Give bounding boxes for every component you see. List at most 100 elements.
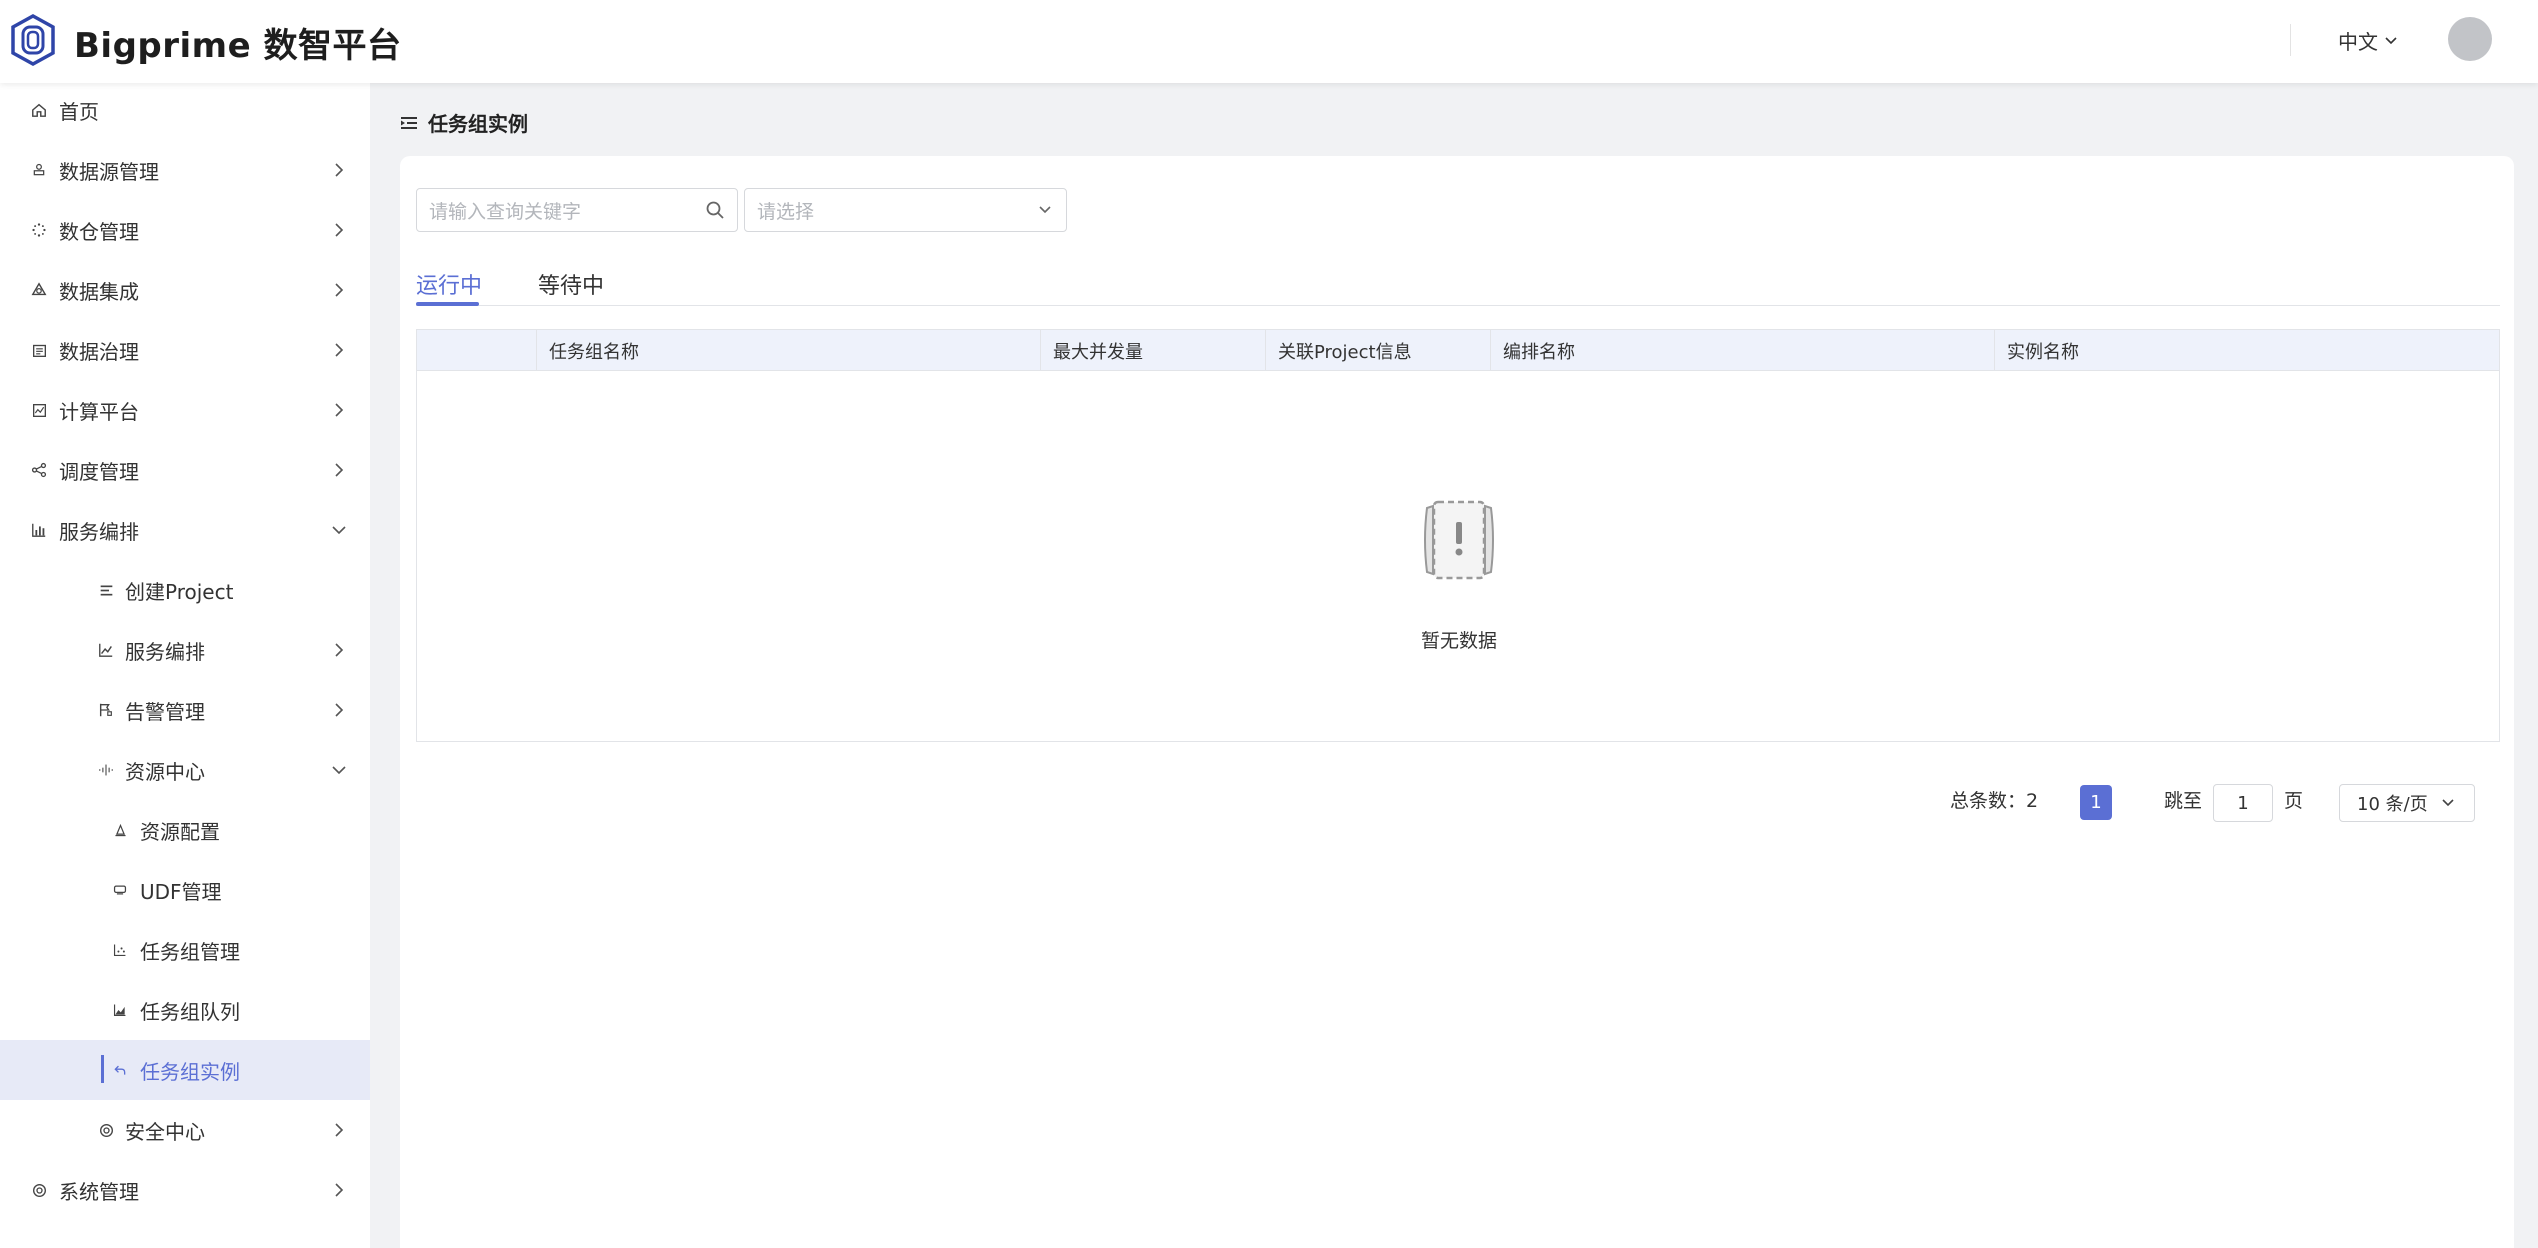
total-count: 总条数：2 — [1950, 789, 2039, 812]
filter-select[interactable]: 请选择 — [744, 188, 1067, 232]
header-divider — [2290, 24, 2291, 56]
sidebar-item-label: 服务编排 — [59, 519, 139, 544]
udf-icon — [111, 881, 129, 899]
breadcrumb: 任务组实例 — [400, 108, 528, 137]
sidebar-item-18[interactable]: 系统管理 — [0, 1160, 370, 1220]
chevron-down-icon — [328, 759, 350, 781]
jump-page-input[interactable]: 1 — [2213, 784, 2273, 822]
area-chart-icon — [111, 1001, 129, 1019]
brand-title: Bigprime 数智平台 — [74, 26, 402, 66]
chevron-right-icon — [328, 279, 350, 301]
user-avatar[interactable] — [2448, 17, 2492, 61]
main-card: 请输入查询关键字 请选择 运行中 等待中 任务组名称 最大并发量 关联Proje… — [400, 156, 2514, 1248]
sidebar-item-label: 数据源管理 — [59, 159, 159, 184]
sidebar-item-16[interactable]: 任务组实例 — [0, 1040, 370, 1100]
page-button-current[interactable]: 1 — [2080, 785, 2112, 820]
sidebar-item-label: 调度管理 — [59, 459, 139, 484]
sidebar-item-label: 告警管理 — [125, 699, 205, 724]
sidebar-item-0[interactable]: 首页 — [0, 80, 370, 140]
sidebar-item-label: 任务组管理 — [140, 939, 240, 964]
resource-icon — [97, 761, 115, 779]
column-header-max-concurrency: 最大并发量 — [1040, 330, 1265, 371]
tab-running[interactable]: 运行中 — [416, 268, 482, 300]
column-header-orchestration-name: 编排名称 — [1490, 330, 1994, 371]
sidebar-item-label: 计算平台 — [59, 399, 139, 424]
integration-icon — [30, 281, 48, 299]
settings-icon — [30, 1181, 48, 1199]
sidebar-item-3[interactable]: 数据集成 — [0, 260, 370, 320]
chevron-right-icon — [328, 159, 350, 181]
active-indicator — [101, 1055, 104, 1083]
jump-label: 跳至 — [2164, 789, 2203, 812]
chevron-right-icon — [328, 339, 350, 361]
list-icon — [97, 581, 115, 599]
chevron-down-icon — [1039, 206, 1051, 214]
page-unit-label: 页 — [2284, 789, 2304, 812]
language-switcher[interactable]: 中文 — [2338, 26, 2398, 55]
scatter-icon — [111, 941, 129, 959]
sidebar-item-17[interactable]: 安全中心 — [0, 1100, 370, 1160]
sidebar-item-label: 资源中心 — [125, 759, 205, 784]
sidebar-item-13[interactable]: UDF管理 — [0, 860, 370, 920]
empty-data-icon — [1424, 500, 1494, 580]
warehouse-icon — [30, 221, 48, 239]
top-header: Bigprime 数智平台 中文 — [0, 0, 2538, 83]
sidebar-item-label: 首页 — [59, 99, 99, 124]
sidebar-item-label: 数据集成 — [59, 279, 139, 304]
sidebar-item-12[interactable]: 资源配置 — [0, 800, 370, 860]
flag-icon — [97, 701, 115, 719]
sidebar-item-6[interactable]: 调度管理 — [0, 440, 370, 500]
sidebar-item-5[interactable]: 计算平台 — [0, 380, 370, 440]
column-header-project-info: 关联Project信息 — [1265, 330, 1490, 371]
chevron-right-icon — [328, 219, 350, 241]
tab-active-indicator — [416, 302, 479, 306]
column-header-checkbox — [417, 330, 536, 371]
governance-icon — [30, 341, 48, 359]
page-size-select[interactable]: 10 条/页 — [2339, 784, 2475, 822]
bigprime-logo-icon — [11, 14, 55, 66]
chevron-right-icon — [328, 459, 350, 481]
sidebar-item-label: 数据治理 — [59, 339, 139, 364]
chevron-right-icon — [328, 399, 350, 421]
compute-icon — [30, 401, 48, 419]
sidebar-item-10[interactable]: 告警管理 — [0, 680, 370, 740]
chevron-right-icon — [328, 1119, 350, 1141]
sidebar-item-label: 任务组队列 — [140, 999, 240, 1024]
menu-indent-icon[interactable] — [400, 114, 418, 132]
schedule-icon — [30, 461, 48, 479]
sidebar-item-11[interactable]: 资源中心 — [0, 740, 370, 800]
sidebar-item-label: 资源配置 — [140, 819, 220, 844]
sidebar-item-7[interactable]: 服务编排 — [0, 500, 370, 560]
sidebar-item-4[interactable]: 数据治理 — [0, 320, 370, 380]
search-icon[interactable] — [705, 200, 725, 220]
datasource-icon — [30, 161, 48, 179]
sidebar-item-label: 任务组实例 — [140, 1059, 240, 1084]
sidebar-item-label: 创建Project — [125, 579, 234, 604]
chevron-down-icon — [328, 519, 350, 541]
sidebar-item-2[interactable]: 数仓管理 — [0, 200, 370, 260]
sidebar-item-8[interactable]: 创建Project — [0, 560, 370, 620]
tab-waiting[interactable]: 等待中 — [538, 268, 604, 300]
search-input[interactable]: 请输入查询关键字 — [416, 188, 738, 232]
sidebar-item-label: 系统管理 — [59, 1179, 139, 1204]
home-icon — [30, 101, 48, 119]
undo-icon — [111, 1061, 129, 1079]
sidebar-item-14[interactable]: 任务组管理 — [0, 920, 370, 980]
sidebar-item-15[interactable]: 任务组队列 — [0, 980, 370, 1040]
sidebar-item-9[interactable]: 服务编排 — [0, 620, 370, 680]
page-title: 任务组实例 — [428, 112, 528, 136]
sidebar: 首页 数据源管理 数仓管理 数据集成 数据治理 计算平台 调度管理 服务编排 创建Project… — [0, 83, 370, 1248]
chevron-down-icon — [2442, 799, 2454, 807]
language-label: 中文 — [2338, 30, 2378, 54]
sidebar-item-label: 服务编排 — [125, 639, 205, 664]
instances-table: 任务组名称 最大并发量 关联Project信息 编排名称 实例名称 暂无数据 — [416, 329, 2500, 742]
bar-chart-icon — [30, 521, 48, 539]
sidebar-item-label: 数仓管理 — [59, 219, 139, 244]
status-tabs: 运行中 等待中 — [416, 260, 2500, 306]
sidebar-item-1[interactable]: 数据源管理 — [0, 140, 370, 200]
sidebar-item-label: 安全中心 — [125, 1119, 205, 1144]
chevron-down-icon — [2385, 36, 2397, 44]
column-header-group-name: 任务组名称 — [536, 330, 1040, 371]
table-header: 任务组名称 最大并发量 关联Project信息 编排名称 实例名称 — [417, 330, 2499, 371]
chevron-right-icon — [328, 1179, 350, 1201]
